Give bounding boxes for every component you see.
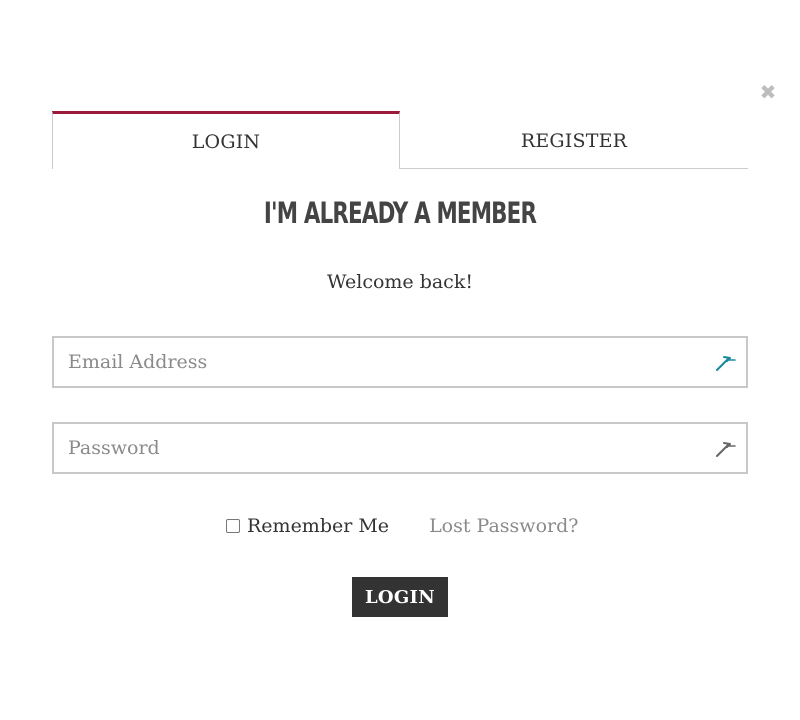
remember-me-label[interactable]: Remember Me	[247, 515, 389, 537]
close-icon[interactable]: ✖	[758, 82, 778, 102]
lost-password-link[interactable]: Lost Password?	[429, 515, 578, 537]
auth-tabs: LOGIN REGISTER	[52, 111, 748, 169]
password-field[interactable]	[54, 424, 694, 472]
remember-row: Remember Me Lost Password?	[226, 512, 578, 540]
welcome-text: Welcome back!	[327, 271, 473, 293]
form-heading: I'M ALREADY A MEMBER	[263, 196, 537, 230]
login-button[interactable]: LOGIN	[352, 577, 448, 617]
email-field[interactable]	[54, 338, 694, 386]
password-manager-icon[interactable]	[714, 436, 738, 460]
email-field-wrapper	[52, 336, 748, 388]
tab-login[interactable]: LOGIN	[52, 111, 400, 169]
remember-me-checkbox[interactable]	[226, 519, 240, 533]
password-field-wrapper	[52, 422, 748, 474]
tab-register[interactable]: REGISTER	[400, 111, 748, 169]
password-manager-icon[interactable]	[714, 350, 738, 374]
